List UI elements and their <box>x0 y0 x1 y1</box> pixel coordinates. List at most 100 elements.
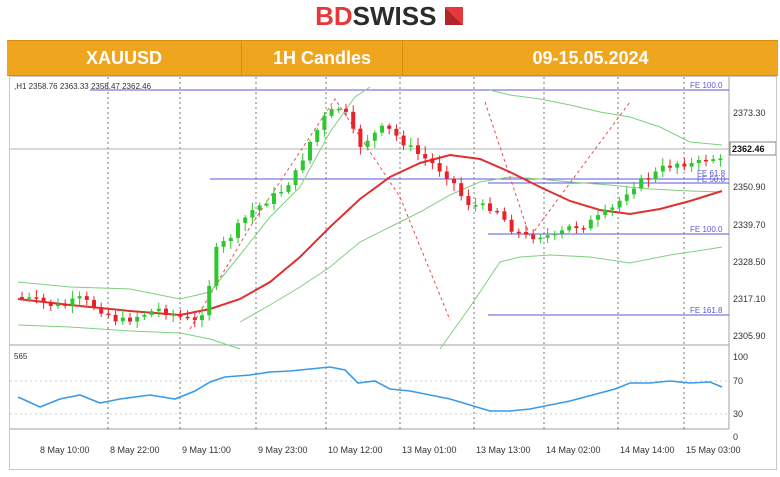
candle-body <box>264 203 269 206</box>
candle-body <box>488 203 492 211</box>
candle-body <box>113 314 118 322</box>
candle-body <box>279 191 284 194</box>
price-label: 2328.50 <box>733 257 766 267</box>
candle-body <box>545 235 550 238</box>
candle-body <box>646 178 651 180</box>
brand-name-part2: SWISS <box>352 1 437 31</box>
candle-body <box>560 230 564 234</box>
chart-header-bar: XAUUSD 1H Candles 09-15.05.2024 <box>7 40 778 76</box>
candle-body <box>624 194 629 201</box>
current-price-label: 2362.46 <box>732 144 765 154</box>
candle-body <box>696 159 701 164</box>
fib-label-fe100: FE 100.0 <box>690 225 723 234</box>
candle-body <box>228 237 233 242</box>
candle-body <box>351 111 356 129</box>
candle-body <box>84 296 89 300</box>
candle-body <box>185 316 190 319</box>
candle-body <box>401 135 406 146</box>
candle-body <box>660 165 665 172</box>
candle-body <box>77 296 82 299</box>
candle-body <box>524 231 528 235</box>
time-label: 8 May 10:00 <box>40 445 90 455</box>
candle-body <box>617 200 622 208</box>
candle-body <box>344 108 348 112</box>
candle-body <box>704 159 708 162</box>
candle-body <box>336 108 341 111</box>
candle-body <box>372 132 377 141</box>
candle-body <box>567 226 572 231</box>
candle-body <box>430 158 435 164</box>
candle-body <box>689 163 694 167</box>
candle-body <box>387 125 392 129</box>
price-chart-panel[interactable]: FE 100.0 FE 61.8 FE 50.0 FE 100.0 FE 161… <box>9 76 777 470</box>
time-label: 9 May 23:00 <box>258 445 308 455</box>
timeframe-label: 1H Candles <box>242 41 403 75</box>
brand-logo: BDSWISS <box>0 2 780 32</box>
candle-body <box>272 193 276 204</box>
candle-body <box>639 178 644 189</box>
rsi-scale-label: 100 <box>733 352 748 362</box>
candle-body <box>495 210 500 213</box>
candle-body <box>588 219 593 229</box>
candle-body <box>56 304 60 306</box>
time-label: 9 May 11:00 <box>182 445 231 455</box>
candle-body <box>300 160 305 171</box>
candle-body <box>142 314 147 317</box>
candle-body <box>164 308 168 316</box>
candle-body <box>34 297 39 299</box>
rsi-scale-label: 30 <box>733 409 743 419</box>
fib-label-top: FE 100.0 <box>690 81 723 90</box>
candle-body <box>27 297 32 299</box>
candle-body <box>408 145 413 147</box>
candle-body <box>682 163 687 167</box>
candle-body <box>466 196 471 206</box>
candle-body <box>192 317 197 321</box>
candle-body <box>329 109 334 116</box>
candle-body <box>603 209 608 216</box>
candle-body <box>120 317 125 322</box>
candle-body <box>581 228 586 230</box>
candle-body <box>444 171 449 179</box>
brand-name-part1: BD <box>315 1 353 31</box>
price-label: 2350.90 <box>733 182 766 192</box>
time-label: 8 May 22:00 <box>110 445 160 455</box>
price-chart[interactable]: FE 100.0 FE 61.8 FE 50.0 FE 100.0 FE 161… <box>10 77 777 469</box>
candle-body <box>394 128 399 136</box>
candle-body <box>718 158 723 160</box>
candle-body <box>308 141 312 161</box>
candle-body <box>502 211 507 220</box>
time-label: 13 May 01:00 <box>402 445 457 455</box>
candle-body <box>63 304 68 306</box>
candle-body <box>293 170 298 186</box>
price-label: 2305.90 <box>733 331 766 341</box>
candle-body <box>358 128 363 147</box>
fib-label-fe161: FE 161.8 <box>690 306 723 315</box>
candle-body <box>171 314 176 316</box>
candle-body <box>459 183 464 197</box>
candle-body <box>48 302 53 306</box>
candle-body <box>552 233 557 236</box>
candle-body <box>221 241 226 247</box>
candle-body <box>322 115 327 130</box>
candle-body <box>236 223 240 238</box>
candle-body <box>452 178 456 184</box>
candle-body <box>380 125 384 133</box>
rsi-scale-label: 70 <box>733 376 743 386</box>
candle-body <box>178 314 183 317</box>
price-label: 2373.30 <box>733 108 766 118</box>
time-label: 13 May 13:00 <box>476 445 531 455</box>
candle-body <box>156 308 161 312</box>
candle-body <box>596 215 600 220</box>
time-label: 10 May 12:00 <box>328 445 383 455</box>
candle-body <box>70 298 75 306</box>
ohlc-info-line: ,H1 2358.76 2363.33 2358.47 2362.46 <box>14 82 152 91</box>
candle-body <box>243 217 248 224</box>
candle-body <box>437 163 442 172</box>
candle-body <box>214 246 219 286</box>
candle-body <box>135 316 140 322</box>
candle-body <box>516 231 521 234</box>
candle-body <box>610 207 615 210</box>
time-label: 14 May 14:00 <box>620 445 675 455</box>
symbol-label: XAUUSD <box>7 41 242 75</box>
fib-label-mid2: FE 50.0 <box>697 175 726 184</box>
